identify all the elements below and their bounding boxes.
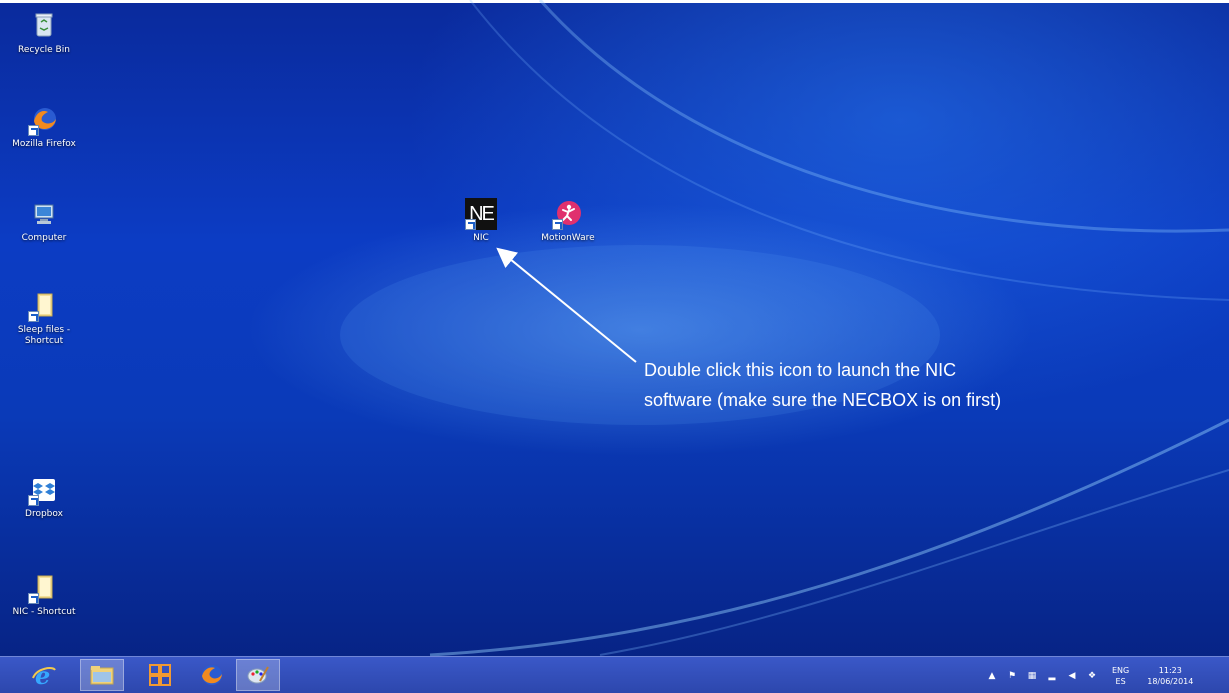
office-icon — [149, 664, 171, 686]
clock[interactable]: 11:23 18/06/2014 — [1147, 665, 1193, 687]
network-adapter-icon[interactable]: ▦ — [1026, 670, 1038, 682]
annotation-arrow — [496, 247, 637, 363]
show-hidden-icons-button[interactable]: ▲ — [986, 670, 998, 682]
annotation-line2: software (make sure the NECBOX is on fir… — [644, 390, 1002, 410]
annotation-line1: Double click this icon to launch the NIC — [644, 360, 957, 380]
input-language-indicator[interactable]: ENG ES — [1112, 665, 1129, 687]
taskbar: e ▲ ⚑ ▦ ▂ ◀ ❖ ENG ES 11:23 18/06/2014 — [0, 656, 1229, 693]
svg-text:e: e — [35, 662, 50, 688]
system-tray: ▲ ⚑ ▦ ▂ ◀ ❖ ENG ES 11:23 18/06/2014 — [982, 657, 1194, 693]
volume-icon[interactable]: ◀ — [1066, 670, 1078, 682]
action-center-flag-icon[interactable]: ⚑ — [1006, 670, 1018, 682]
dropbox-tray-icon[interactable]: ❖ — [1086, 670, 1098, 682]
office-button[interactable] — [138, 659, 182, 691]
signal-strength-icon[interactable]: ▂ — [1046, 670, 1058, 682]
clock-time: 11:23 — [1158, 665, 1182, 675]
paint-button[interactable] — [236, 659, 280, 691]
file-explorer-button[interactable] — [80, 659, 124, 691]
internet-explorer-button[interactable]: e — [22, 659, 66, 691]
firefox-icon — [202, 665, 222, 685]
desktop: Recycle Bin Mozilla Firefox Computer Sle… — [0, 0, 1229, 693]
clock-date: 18/06/2014 — [1147, 676, 1194, 686]
language-bottom: ES — [1115, 676, 1126, 686]
firefox-taskbar-button[interactable] — [190, 659, 234, 691]
paint-icon — [247, 666, 269, 684]
file-explorer-icon — [90, 666, 114, 685]
internet-explorer-icon: e — [32, 662, 56, 688]
language-top: ENG — [1112, 665, 1130, 675]
annotation-text: Double click this icon to launch the NIC… — [644, 355, 1124, 415]
